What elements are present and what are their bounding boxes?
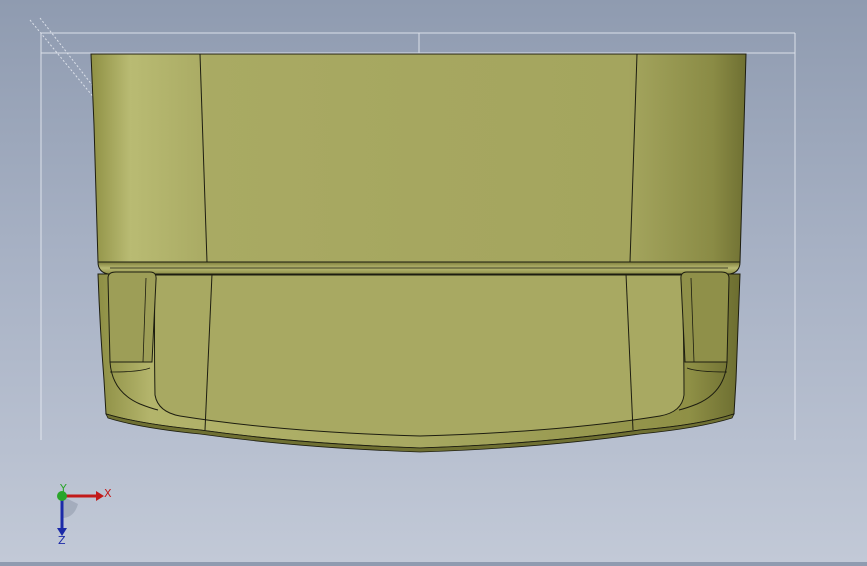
model-canvas[interactable] [0,0,867,562]
x-axis-arrow [96,491,104,501]
model-left-pocket [107,271,157,363]
y-axis-label: Y [59,482,67,495]
cad-viewport[interactable]: X Y Z [0,0,867,562]
model-recess [154,274,685,437]
x-axis-label: X [104,487,112,500]
model-upper-body[interactable] [90,53,747,263]
z-axis-label: Z [58,534,66,547]
orientation-triad[interactable]: X Y Z [44,478,124,548]
model-right-pocket [680,271,730,363]
triad-graphic: X Y Z [57,482,112,547]
